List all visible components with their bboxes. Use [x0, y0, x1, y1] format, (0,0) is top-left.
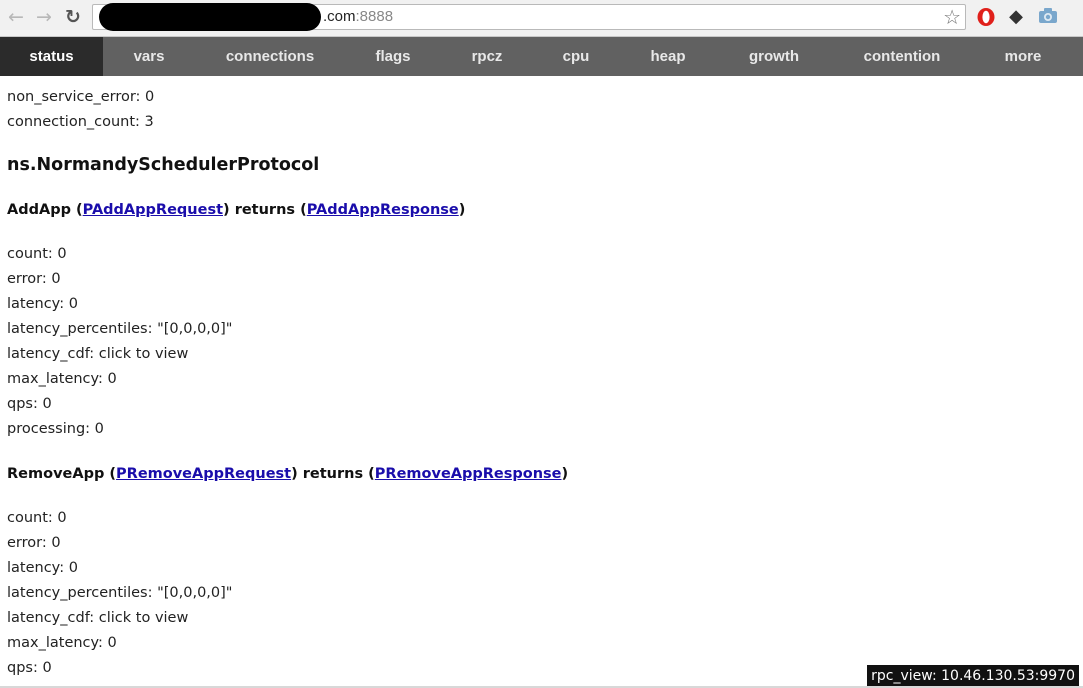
method-name: RemoveApp: [7, 466, 105, 482]
tab-status[interactable]: status: [0, 37, 103, 76]
tab-rpcz[interactable]: rpcz: [441, 37, 533, 76]
tab-bar: status vars connections flags rpcz cpu h…: [0, 37, 1083, 76]
reload-icon[interactable]: ↻: [62, 6, 84, 28]
browser-toolbar: ← → ↻ .com:8888 ☆ ◆: [0, 0, 1083, 37]
method-name: AddApp: [7, 202, 71, 218]
url-text: .com:8888: [323, 8, 394, 25]
extension-icon[interactable]: ◆: [1006, 7, 1026, 27]
redacted-hostname: [99, 3, 321, 31]
tab-contention[interactable]: contention: [831, 37, 973, 76]
tab-more[interactable]: more: [973, 37, 1073, 76]
method-stats-addapp: count: 0 error: 0 latency: 0 latency_per…: [7, 242, 232, 442]
link-status-bar: rpc_view: 10.46.130.53:9970: [867, 665, 1079, 688]
stat-count: count: 0: [7, 510, 67, 526]
stat-error: error: 0: [7, 535, 61, 551]
forward-arrow-icon[interactable]: →: [33, 6, 55, 28]
tab-growth[interactable]: growth: [717, 37, 831, 76]
stat-error: error: 0: [7, 271, 61, 287]
request-type-link[interactable]: PAddAppRequest: [83, 202, 223, 218]
tab-vars[interactable]: vars: [103, 37, 195, 76]
stat-max-latency: max_latency: 0: [7, 635, 117, 651]
back-arrow-icon[interactable]: ←: [5, 6, 27, 28]
stat-latency: latency: 0: [7, 560, 78, 576]
tab-connections[interactable]: connections: [195, 37, 345, 76]
method-header-removeapp: RemoveApp (PRemoveAppRequest) returns (P…: [7, 466, 569, 482]
protocol-title: ns.NormandySchedulerProtocol: [7, 155, 320, 175]
method-stats-removeapp: count: 0 error: 0 latency: 0 latency_per…: [7, 506, 232, 681]
stat-latency-cdf[interactable]: latency_cdf: click to view: [7, 606, 232, 631]
response-type-link[interactable]: PRemoveAppResponse: [375, 466, 562, 482]
stat-line: non_service_error: 0: [7, 89, 155, 105]
tab-heap[interactable]: heap: [619, 37, 717, 76]
stat-qps: qps: 0: [7, 396, 52, 412]
method-header-addapp: AddApp (PAddAppRequest) returns (PAddApp…: [7, 202, 466, 218]
stat-latency-percentiles: latency_percentiles: "[0,0,0,0]": [7, 585, 233, 601]
stat-max-latency: max_latency: 0: [7, 371, 117, 387]
stat-latency-percentiles: latency_percentiles: "[0,0,0,0]": [7, 321, 233, 337]
camera-icon[interactable]: [1038, 7, 1058, 27]
address-bar[interactable]: .com:8888 ☆: [92, 3, 966, 31]
stat-latency-cdf[interactable]: latency_cdf: click to view: [7, 342, 232, 367]
stat-latency: latency: 0: [7, 296, 78, 312]
tab-flags[interactable]: flags: [345, 37, 441, 76]
bookmark-star-icon[interactable]: ☆: [943, 6, 961, 28]
response-type-link[interactable]: PAddAppResponse: [307, 202, 459, 218]
request-type-link[interactable]: PRemoveAppRequest: [116, 466, 291, 482]
opera-icon[interactable]: [976, 7, 996, 27]
stat-processing: processing: 0: [7, 421, 104, 437]
stat-line: connection_count: 3: [7, 114, 154, 130]
stat-count: count: 0: [7, 246, 67, 262]
tab-cpu[interactable]: cpu: [533, 37, 619, 76]
stat-qps: qps: 0: [7, 660, 52, 676]
